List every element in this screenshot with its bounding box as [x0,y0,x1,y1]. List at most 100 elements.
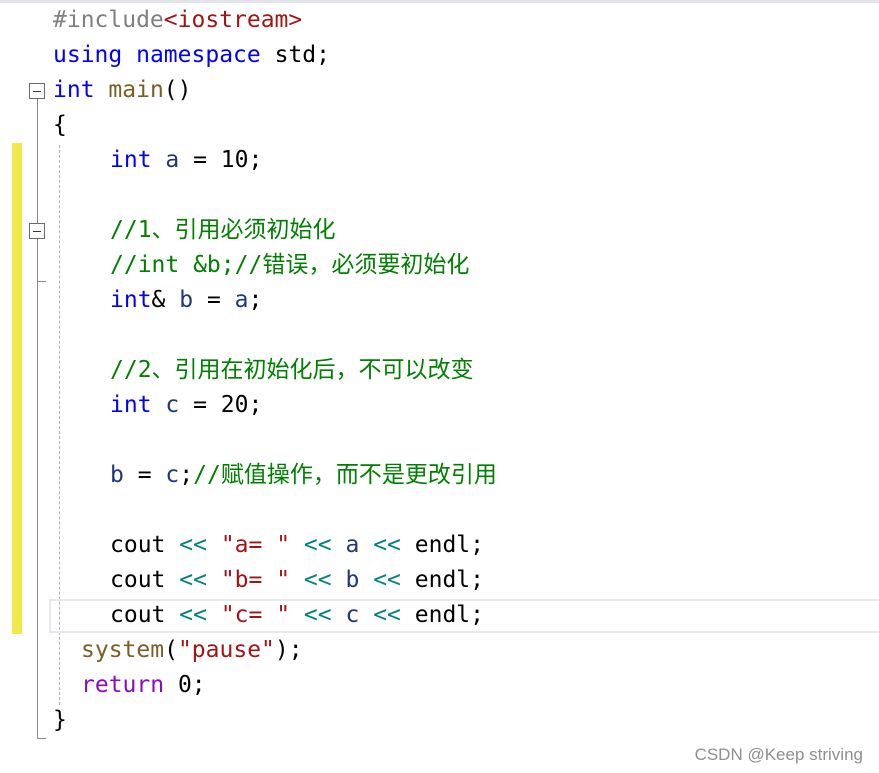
keyword-return: return [81,672,165,698]
namespace-std: std [274,42,317,68]
variable-b: b [179,287,194,313]
keyword-namespace: namespace [136,42,261,68]
comment: //赋值操作，而不是更改引用 [193,462,497,488]
semicolon: ; [179,462,194,488]
string-literal: "b= " [220,567,291,593]
comment: //int &b;//错误，必须要初始化 [110,252,470,278]
code-line-2[interactable]: using namespace std; [53,38,330,73]
string-literal: "pause" [177,637,275,663]
code-line-14[interactable]: b = c;//赋值操作，而不是更改引用 [110,458,497,493]
code-line-21[interactable]: } [53,703,67,738]
assignment: = 20; [179,392,263,418]
function-main: main [108,77,164,103]
semicolon: ; [316,42,330,68]
variable-a: a [345,532,360,558]
keyword-int: int [110,287,152,313]
code-line-1[interactable]: #include<iostream> [53,3,302,38]
keyword-using: using [53,42,123,68]
code-line-9[interactable]: int& b = a; [110,283,262,318]
keyword-int: int [53,77,95,103]
variable-c: c [165,392,180,418]
keyword-int: int [110,392,152,418]
operator-insert: << [373,567,401,593]
comment: //1、引用必须初始化 [110,217,336,243]
return-value: 0; [164,672,206,698]
code-line-18[interactable]: cout << "c= " << c << endl; [110,598,484,633]
variable-c: c [345,602,360,628]
fold-guide-comment-end [37,281,46,282]
variable-c: c [165,462,180,488]
keyword-int: int [110,147,152,173]
semicolon: ; [248,287,263,313]
parens: () [163,77,192,103]
close-brace: } [53,707,67,733]
fold-guide-main [37,99,38,739]
operator-insert: << [179,567,207,593]
code-line-4[interactable]: { [53,108,67,143]
code-line-7[interactable]: //1、引用必须初始化 [110,213,336,248]
code-line-8[interactable]: //int &b;//错误，必须要初始化 [110,248,469,283]
semicolon: ; [470,567,485,593]
comment: //2、引用在初始化后，不可以改变 [110,357,474,383]
assignment: = 10; [179,147,263,173]
include-header: <iostream> [163,7,303,33]
operator-insert: << [373,602,401,628]
code-line-5[interactable]: int a = 10; [110,143,262,178]
reference-amp: & [151,287,180,313]
close-paren-semicolon: ); [274,637,303,663]
watermark: CSDN @Keep striving [694,745,863,764]
open-paren: ( [164,637,178,663]
identifier-endl: endl [414,532,471,558]
code-line-19[interactable]: system("pause"); [81,633,303,668]
equals: = [123,462,166,488]
string-literal: "a= " [220,532,291,558]
collapse-comment-icon[interactable] [29,223,45,239]
identifier-cout: cout [110,532,166,558]
code-editor[interactable]: #include<iostream> using namespace std; … [0,0,879,773]
semicolon: ; [470,532,485,558]
operator-insert: << [179,532,207,558]
string-literal: "c= " [220,602,291,628]
operator-insert: << [373,532,401,558]
equals: = [193,287,235,313]
semicolon: ; [470,602,485,628]
identifier-cout: cout [110,602,166,628]
code-line-3[interactable]: int main() [53,73,192,108]
identifier-cout: cout [110,567,166,593]
preprocessor-directive: #include [53,7,164,33]
collapse-main-icon[interactable] [29,83,45,99]
open-brace: { [53,112,67,138]
code-line-17[interactable]: cout << "b= " << b << endl; [110,563,484,598]
code-line-16[interactable]: cout << "a= " << a << endl; [110,528,484,563]
operator-insert: << [303,532,332,558]
variable-b: b [345,567,360,593]
identifier-endl: endl [414,602,471,628]
variable-a: a [234,287,249,313]
code-line-12[interactable]: int c = 20; [110,388,262,423]
code-line-11[interactable]: //2、引用在初始化后，不可以改变 [110,353,474,388]
change-tracking-bar [12,143,22,634]
code-line-20[interactable]: return 0; [81,668,206,703]
operator-insert: << [303,602,332,628]
